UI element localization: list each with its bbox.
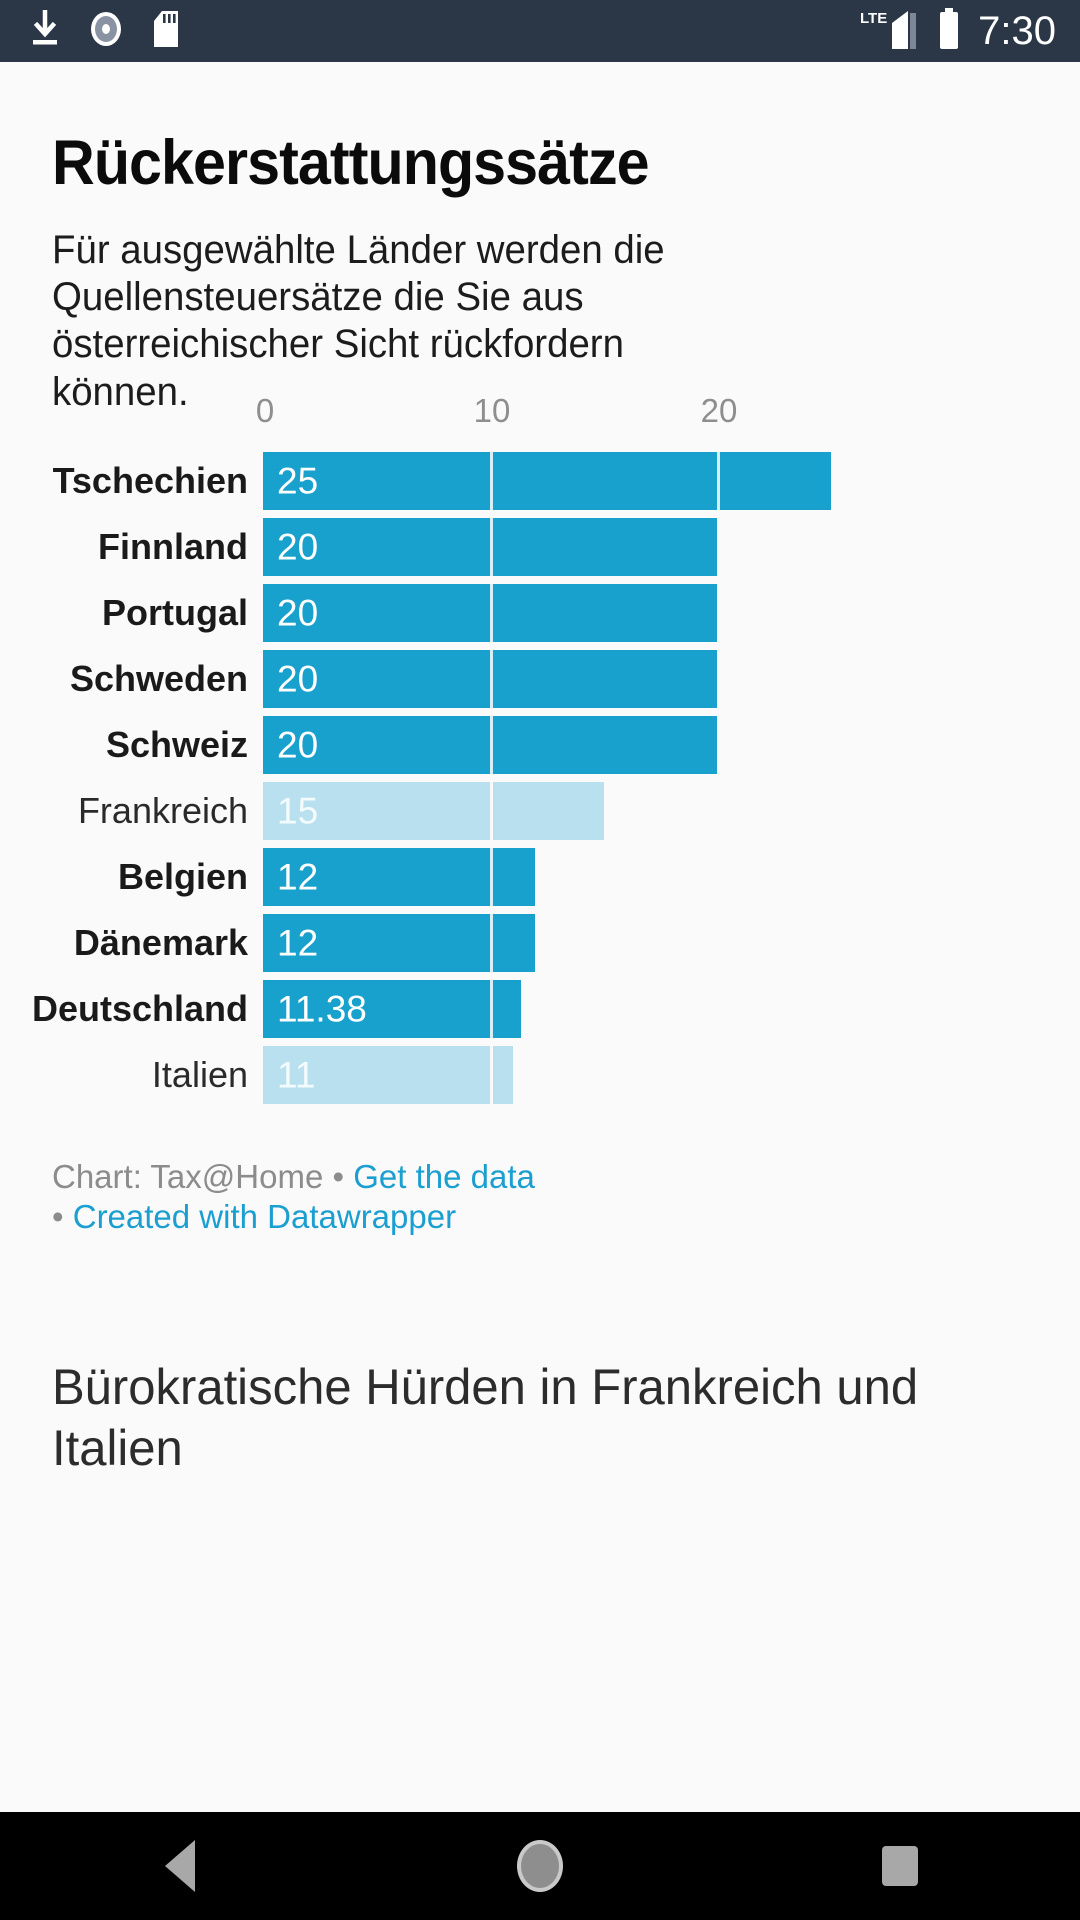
status-bar: LTE 7:30 [0, 0, 1080, 62]
chart-row: Italien 11 [0, 1042, 1080, 1108]
created-with-datawrapper-link[interactable]: Created with Datawrapper [73, 1198, 456, 1235]
chart-row-label: Frankreich [77, 790, 248, 831]
chart-row-label: Portugal [101, 592, 248, 633]
chart-bar: 25 [263, 452, 831, 510]
chart-bar: 20 [263, 584, 717, 642]
android-navigation-bar [0, 1812, 1080, 1920]
download-icon [28, 9, 62, 53]
chart-bar: 15 [263, 782, 604, 840]
page-title: Rückerstattungssätze [52, 128, 650, 198]
chart-row: Tschechien 25 [0, 448, 1080, 514]
chart-gridline [490, 848, 493, 906]
chart-row-label: Belgien [117, 856, 248, 897]
chart-gridline [490, 980, 493, 1038]
chart-bar: 12 [263, 914, 536, 972]
chart-row: Deutschland 11.38 [0, 976, 1080, 1042]
chart-row: Finnland 20 [0, 514, 1080, 580]
chart-bar: 11.38 [263, 980, 522, 1038]
chart-row-label: Finnland [98, 526, 248, 567]
chart-row: Schweden 20 [0, 646, 1080, 712]
status-bar-right-icons: LTE 7:30 [858, 7, 1056, 56]
chart-bar-value: 11 [277, 1054, 316, 1096]
get-the-data-link[interactable]: Get the data [353, 1158, 535, 1195]
chart-gridline [717, 452, 720, 510]
chart-rows: Tschechien 25 Finnland 20 Portugal 20 Schweden… [0, 448, 1080, 1108]
chart-bar: 20 [263, 716, 717, 774]
chart-bar-value: 20 [277, 658, 319, 700]
x-axis-tick-20: 20 [700, 392, 738, 429]
next-section-heading: Bürokratische Hürden in Frankreich und I… [52, 1359, 919, 1476]
chart-bar-value: 20 [277, 592, 319, 634]
chart-credits: Chart: Tax@Home • Get the data • Created… [52, 1157, 752, 1238]
svg-text:LTE: LTE [860, 10, 887, 27]
bar-chart: 0 10 20 Tschechien 25 Finnland 20 Portugal 20 Sc… [0, 392, 1080, 1108]
chart-bar-value: 11.38 [277, 988, 367, 1030]
chart-row-label: Schweden [69, 658, 248, 699]
signal-icon: LTE [858, 7, 920, 56]
credit-bullet-2: • [52, 1198, 64, 1236]
chart-row-label: Schweiz [105, 724, 248, 765]
chart-row-label: Deutschland [31, 988, 248, 1029]
chart-row-label: Dänemark [73, 922, 248, 963]
chart-bar: 11 [263, 1046, 513, 1104]
credit-bullet-1: • [332, 1158, 345, 1195]
page-content: Rückerstattungssätze Für ausgewählte Län… [0, 62, 1080, 1852]
x-axis-tick-10: 10 [473, 392, 511, 429]
page-subtitle: Für ausgewählte Länder werden die Quelle… [52, 228, 665, 414]
chart-gridline [490, 914, 493, 972]
disc-icon [88, 10, 124, 53]
back-triangle-icon [165, 1840, 195, 1892]
chart-row: Schweiz 20 [0, 712, 1080, 778]
chart-gridline [490, 452, 493, 510]
chart-row-label: Italien [151, 1054, 248, 1095]
chart-row: Belgien 12 [0, 844, 1080, 910]
recents-button[interactable] [840, 1812, 960, 1920]
sd-card-icon [150, 9, 182, 54]
battery-icon [936, 7, 962, 56]
chart-gridline [490, 1046, 493, 1104]
chart-row: Dänemark 12 [0, 910, 1080, 976]
x-axis-tick-0: 0 [255, 392, 275, 429]
recents-square-icon [882, 1846, 918, 1886]
chart-x-axis: 0 10 20 [0, 392, 1080, 438]
chart-bar-value: 25 [277, 460, 319, 502]
chart-bar-value: 20 [277, 526, 319, 568]
chart-row: Portugal 20 [0, 580, 1080, 646]
chart-gridline [490, 518, 493, 576]
chart-bar-value: 12 [277, 922, 319, 964]
home-button[interactable] [480, 1812, 600, 1920]
chart-bar-value: 12 [277, 856, 319, 898]
chart-bar: 20 [263, 518, 717, 576]
status-bar-left-icons [28, 9, 182, 54]
back-button[interactable] [120, 1812, 240, 1920]
credit-source: Chart: Tax@Home [52, 1158, 324, 1195]
chart-bar-value: 20 [277, 724, 319, 766]
chart-gridline [490, 584, 493, 642]
chart-gridline [490, 782, 493, 840]
chart-bar: 12 [263, 848, 536, 906]
chart-bar: 20 [263, 650, 717, 708]
chart-gridline [490, 650, 493, 708]
chart-row-label: Tschechien [52, 460, 248, 501]
home-circle-icon [517, 1840, 563, 1892]
chart-row: Frankreich 15 [0, 778, 1080, 844]
status-bar-clock: 7:30 [978, 9, 1056, 53]
chart-bar-value: 15 [277, 790, 319, 832]
chart-gridline [490, 716, 493, 774]
phone-screen: LTE 7:30 Rückerstattungssätze Für ausgew… [0, 0, 1080, 1920]
